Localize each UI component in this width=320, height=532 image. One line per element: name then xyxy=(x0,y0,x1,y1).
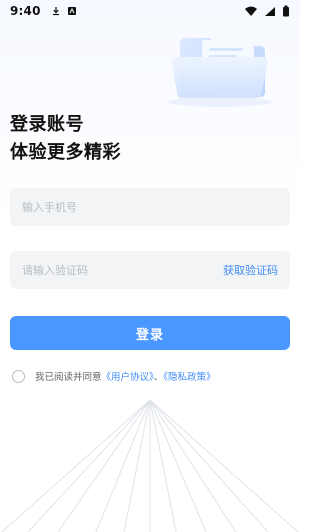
folder-illustration xyxy=(162,20,278,108)
agreement-text: 我已阅读并同意《用户协议》、《隐私政策》 xyxy=(35,369,216,383)
signal-icon xyxy=(264,6,276,17)
user-agreement-link[interactable]: 《用户协议》 xyxy=(102,372,154,383)
wifi-icon xyxy=(244,6,258,17)
download-icon xyxy=(51,6,61,16)
headline-line-2: 体验更多精彩 xyxy=(10,142,121,163)
headline: 登录账号 体验更多精彩 xyxy=(10,111,210,167)
agreement-row: 我已阅读并同意《用户协议》、《隐私政策》 xyxy=(12,369,216,383)
get-code-button[interactable]: 获取验证码 xyxy=(223,262,278,278)
headline-line-1: 登录账号 xyxy=(10,114,84,135)
status-time: 9:40 xyxy=(10,4,41,18)
decorative-fan-lines xyxy=(1,399,299,532)
login-button[interactable]: 登录 xyxy=(10,316,290,350)
agreement-checkbox[interactable] xyxy=(12,369,25,383)
privacy-policy-link[interactable]: 《隐私政策》 xyxy=(163,372,215,383)
battery-icon xyxy=(282,5,290,17)
status-bar: 9:40 xyxy=(0,0,300,22)
app-notification-icon xyxy=(67,6,77,16)
phone-input[interactable] xyxy=(22,200,278,214)
status-left: 9:40 xyxy=(10,4,77,18)
verification-code-field[interactable]: 获取验证码 xyxy=(10,251,290,289)
verification-code-input[interactable] xyxy=(22,263,192,277)
agreement-separator: 、 xyxy=(153,372,164,383)
phone-field[interactable] xyxy=(10,188,290,226)
agreement-prefix: 我已阅读并同意 xyxy=(35,372,102,383)
login-screen: 9:40 登录账号 体验更多精彩 输入手机号 请输入验证码 获取验证码 登录 我… xyxy=(0,0,300,532)
status-icons-right xyxy=(244,5,290,17)
status-icons-left xyxy=(51,6,77,16)
